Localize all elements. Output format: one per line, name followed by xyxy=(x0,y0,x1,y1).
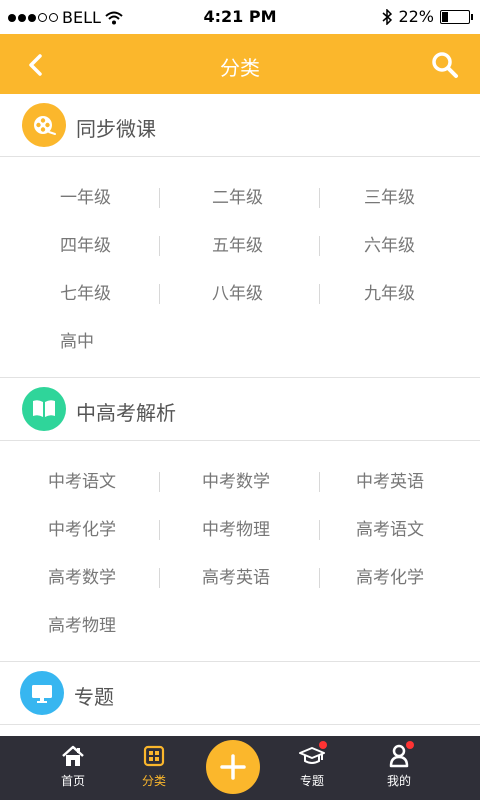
nav-bar: 分类 xyxy=(0,34,480,94)
section-title: 专题 xyxy=(74,685,114,709)
category-list[interactable]: 同步微课 一年级 二年级 三年级 四年级 五年级 六年级 七年级 八年级 九年级… xyxy=(0,94,480,736)
subject-label: 中考数学 xyxy=(202,471,270,492)
tab-label: 分类 xyxy=(141,774,166,788)
grade-label: 三年级 xyxy=(364,187,415,208)
subject-label: 中考化学 xyxy=(48,519,116,540)
tab-bar: 首页 分类 专题 我的 xyxy=(0,736,480,800)
grade-label: 七年级 xyxy=(60,283,111,304)
grade-label: 九年级 xyxy=(364,283,415,304)
subject-label: 中考物理 xyxy=(202,519,270,540)
tab-label: 我的 xyxy=(386,774,411,788)
section-icon-circle xyxy=(22,387,66,431)
search-button[interactable] xyxy=(430,50,460,80)
category-icon xyxy=(143,745,165,767)
status-right: 22% xyxy=(382,7,473,26)
tab-icon-wrap xyxy=(38,744,108,768)
grade-item[interactable]: 五年级 xyxy=(160,231,320,256)
grid-row: 一年级 二年级 三年级 xyxy=(0,171,480,219)
grade-item[interactable]: 二年级 xyxy=(160,183,320,208)
tab-label: 专题 xyxy=(299,774,324,788)
status-bar: BELL 4:21 PM 22% xyxy=(0,0,480,34)
subject-item[interactable]: 中考语文 xyxy=(0,467,160,492)
grade-item[interactable]: 高中 xyxy=(0,327,160,352)
subject-label: 高考语文 xyxy=(356,519,424,540)
grade-item[interactable]: 九年级 xyxy=(320,279,480,304)
section-icon-circle xyxy=(22,103,66,147)
grid-row: 高中 xyxy=(0,315,480,363)
tab-icon-wrap xyxy=(277,741,347,768)
grid-row: 中考化学 中考物理 高考语文 xyxy=(0,503,480,551)
subject-grid: 中考语文 中考数学 中考英语 中考化学 中考物理 高考语文 高考数学 高考英语 … xyxy=(0,441,480,661)
subject-label: 高考数学 xyxy=(48,567,116,588)
grade-item[interactable]: 一年级 xyxy=(0,183,160,208)
add-button[interactable] xyxy=(206,740,260,794)
battery-icon xyxy=(440,9,473,24)
grid-row: 中考语文 中考数学 中考英语 xyxy=(0,455,480,503)
subject-label: 高考物理 xyxy=(48,615,116,636)
grade-item[interactable]: 七年级 xyxy=(0,279,160,304)
grade-label: 二年级 xyxy=(212,187,263,208)
grade-label: 四年级 xyxy=(60,235,111,256)
subject-label: 高考英语 xyxy=(202,567,270,588)
grid-row: 高考数学 高考英语 高考化学 xyxy=(0,551,480,599)
battery-level xyxy=(442,11,448,22)
section-title: 同步微课 xyxy=(76,117,156,141)
subject-item[interactable]: 中考化学 xyxy=(0,515,160,540)
add-icon xyxy=(220,754,246,780)
subject-label: 高考化学 xyxy=(356,567,424,588)
subject-item[interactable]: 高考化学 xyxy=(320,563,480,588)
grade-item[interactable]: 三年级 xyxy=(320,183,480,208)
tab-home[interactable]: 首页 xyxy=(38,744,108,789)
section-icon-circle xyxy=(20,671,64,715)
grade-label: 高中 xyxy=(60,331,94,352)
bluetooth-icon xyxy=(382,8,393,25)
section-header-sync-lessons[interactable]: 同步微课 xyxy=(0,94,480,157)
grade-label: 一年级 xyxy=(60,187,111,208)
subject-item[interactable]: 高考英语 xyxy=(160,563,320,588)
subject-item[interactable]: 中考英语 xyxy=(320,467,480,492)
grade-item[interactable]: 八年级 xyxy=(160,279,320,304)
notification-dot xyxy=(319,741,327,749)
tab-label: 首页 xyxy=(60,774,85,788)
subject-label: 中考语文 xyxy=(48,471,116,492)
page-title: 分类 xyxy=(220,56,260,80)
grid-row: 高考物理 xyxy=(0,599,480,647)
subject-item[interactable]: 中考数学 xyxy=(160,467,320,492)
home-icon xyxy=(62,745,84,766)
notification-dot xyxy=(406,741,414,749)
book-icon xyxy=(33,400,55,417)
subject-item[interactable]: 高考语文 xyxy=(320,515,480,540)
grid-row: 七年级 八年级 九年级 xyxy=(0,267,480,315)
subject-item[interactable]: 高考物理 xyxy=(0,611,160,636)
grade-label: 八年级 xyxy=(212,283,263,304)
grade-grid: 一年级 二年级 三年级 四年级 五年级 六年级 七年级 八年级 九年级 高中 xyxy=(0,157,480,377)
section-title: 中高考解析 xyxy=(76,401,176,425)
monitor-icon xyxy=(32,685,52,703)
grade-label: 五年级 xyxy=(212,235,263,256)
search-icon xyxy=(432,52,458,78)
tab-category[interactable]: 分类 xyxy=(119,744,189,789)
subject-item[interactable]: 中考物理 xyxy=(160,515,320,540)
section-header-topics[interactable]: 专题 xyxy=(0,661,480,725)
section-header-exam-analysis[interactable]: 中高考解析 xyxy=(0,377,480,441)
tab-icon-wrap xyxy=(119,744,189,768)
tab-mine[interactable]: 我的 xyxy=(364,741,434,789)
grade-item[interactable]: 四年级 xyxy=(0,231,160,256)
grade-item[interactable]: 六年级 xyxy=(320,231,480,256)
film-reel-icon xyxy=(34,116,56,135)
subject-label: 中考英语 xyxy=(356,471,424,492)
tab-topics[interactable]: 专题 xyxy=(277,741,347,789)
battery-percent: 22% xyxy=(398,7,434,26)
subject-item[interactable]: 高考数学 xyxy=(0,563,160,588)
grid-row: 四年级 五年级 六年级 xyxy=(0,219,480,267)
grade-label: 六年级 xyxy=(364,235,415,256)
tab-icon-wrap xyxy=(364,741,434,768)
